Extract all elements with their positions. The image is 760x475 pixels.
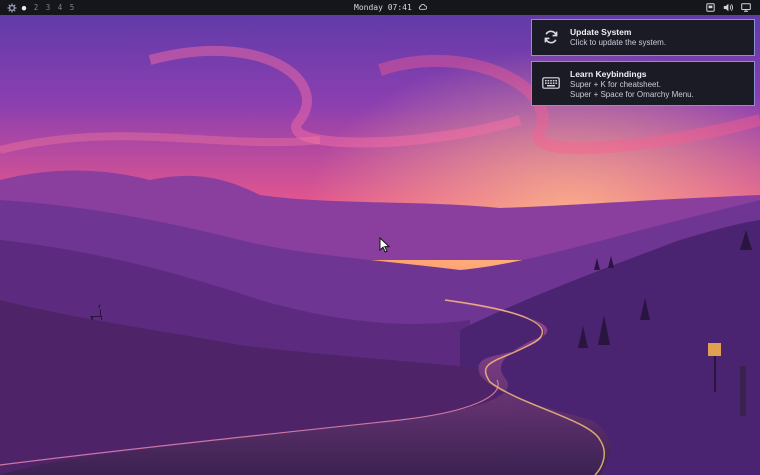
workspace-3[interactable]: 3 [42, 3, 54, 12]
refresh-icon [543, 29, 559, 50]
notification-learn-keybindings[interactable]: Learn Keybindings Super + K for cheatshe… [531, 61, 755, 106]
workspace-1[interactable]: ● [18, 3, 30, 12]
mouse-pointer-icon [379, 237, 391, 253]
weather-cloud-icon[interactable] [418, 3, 427, 12]
clock[interactable]: Monday 07:41 [354, 0, 427, 15]
keyboard-icon [542, 76, 560, 94]
workspace-2[interactable]: 2 [30, 3, 42, 12]
screen-record-icon[interactable] [704, 2, 716, 14]
notification-body: Click to update the system. [570, 38, 667, 47]
system-tray [704, 0, 752, 15]
top-bar: ● 2 3 4 5 Monday 07:41 [0, 0, 760, 15]
notification-title: Update System [570, 27, 632, 37]
notification-title: Learn Keybindings [570, 69, 647, 79]
clock-text[interactable]: Monday 07:41 [354, 3, 412, 12]
workspace-4[interactable]: 4 [54, 3, 66, 12]
omarchy-logo-icon[interactable] [6, 2, 18, 14]
workspace-5[interactable]: 5 [66, 3, 78, 12]
workspace-switcher: ● 2 3 4 5 [6, 2, 78, 14]
notification-body-line-2: Super + Space for Omarchy Menu. [570, 90, 694, 99]
volume-icon[interactable] [722, 2, 734, 14]
monitor-icon[interactable] [740, 2, 752, 14]
notification-update-system[interactable]: Update System Click to update the system… [531, 19, 755, 56]
notification-body-line-1: Super + K for cheatsheet. [570, 80, 661, 89]
